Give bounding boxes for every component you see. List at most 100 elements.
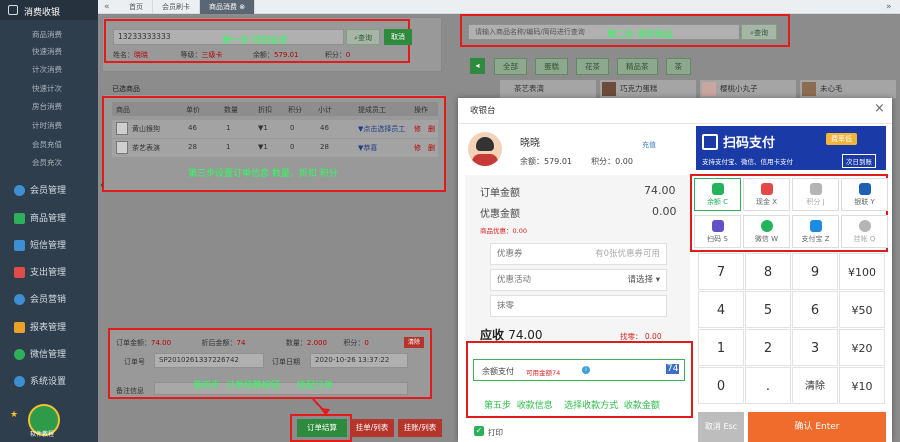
pay-method-balance[interactable]: 余额 C [694, 178, 741, 211]
key-7[interactable]: 7 [698, 253, 744, 290]
pay-method-wechat[interactable]: 微信 W [743, 215, 790, 248]
row-qty[interactable]: 1 [226, 124, 230, 132]
pay-method-cash[interactable]: 现金 X [743, 178, 790, 211]
sidebar-header[interactable]: 消费收银 [0, 0, 98, 20]
credit-order-button[interactable]: 挂账/列表 [398, 419, 442, 437]
member-level: 三级卡 [201, 51, 223, 59]
category-cake[interactable]: 蛋糕 [535, 58, 568, 75]
step4-annotation: 第四步 订单结算按钮 挂起订单 [193, 381, 333, 391]
row-staff[interactable]: ▼点击选择员工 [358, 124, 405, 134]
sidebar-item-label[interactable]: 计时消费 [32, 120, 62, 131]
key-1[interactable]: 1 [698, 329, 744, 366]
key-5[interactable]: 5 [745, 291, 791, 328]
sidebar-item-label[interactable]: 会员充值 [32, 139, 62, 150]
key-9[interactable]: 9 [792, 253, 838, 290]
product-card[interactable]: 茶艺表演 [500, 80, 596, 98]
key-20[interactable]: ¥20 [839, 329, 885, 366]
sidebar-item-report[interactable]: 报表管理 [14, 320, 66, 333]
sidebar-item-label[interactable]: 快速消费 [32, 46, 62, 57]
modal-close-button[interactable]: × [874, 101, 885, 116]
key-dot[interactable]: . [745, 367, 791, 404]
balance-pay-field[interactable]: 余额支付 可用金额74 i 74 [473, 359, 685, 381]
sidebar-item-settings[interactable]: 系统设置 [14, 374, 66, 387]
modal-cancel-button[interactable]: 取消 Esc [698, 412, 744, 442]
product-query-button[interactable]: ⌕查询 [741, 24, 777, 40]
panel-collapse-arrow[interactable]: ‹ [100, 180, 104, 191]
scan-pay-banner[interactable]: 扫码支付 费率低 支持支付宝、微信、信用卡支付 次日到账 [696, 126, 886, 170]
sidebar-item-wechat[interactable]: 微信管理 [14, 347, 66, 360]
summary-clear-button[interactable]: 清除 [404, 337, 424, 348]
key-8[interactable]: 8 [745, 253, 791, 290]
sidebar-item-label[interactable]: 房台消费 [32, 101, 62, 112]
tab-product-consume[interactable]: 商品消费 ⊗ [200, 0, 256, 14]
key-clear[interactable]: 清除 [792, 367, 838, 404]
member-cancel-button[interactable]: 取消 [384, 29, 412, 45]
sidebar-item-label[interactable]: 商品消费 [32, 29, 62, 40]
activity-select[interactable]: 优惠活动 请选择 ▾ [490, 269, 667, 291]
category-all[interactable]: 全部 [494, 58, 527, 75]
sidebar-item-goods[interactable]: 商品管理 [14, 211, 66, 224]
member-query-button[interactable]: ⌕查询 [346, 29, 380, 45]
sidebar-item-label[interactable]: 计次消费 [32, 64, 62, 75]
key-3[interactable]: 3 [792, 329, 838, 366]
pay-method-scan[interactable]: 扫码 S [694, 215, 741, 248]
key-0[interactable]: 0 [698, 367, 744, 404]
sidebar-item-member[interactable]: 会员管理 [14, 183, 66, 196]
sidebar-item-sms[interactable]: 短信管理 [14, 238, 66, 251]
order-date-field[interactable]: 2020-10-26 13:37:22 [310, 353, 408, 368]
sidebar-item-expense[interactable]: 支出管理 [14, 265, 66, 278]
receivable-value: 74.00 [508, 328, 543, 342]
member-level-label: 等级： [180, 51, 202, 59]
product-card[interactable]: 巧克力蛋糕 [600, 80, 696, 98]
row-discount[interactable]: ▼1 [258, 124, 268, 132]
category-collapse-button[interactable]: ◂ [470, 58, 485, 74]
category-fine-tea[interactable]: 精品茶 [617, 58, 658, 75]
product-card[interactable]: 未心毛 [800, 80, 896, 98]
sidebar-item-label[interactable]: 快速计次 [32, 83, 62, 94]
pay-method-alipay[interactable]: 支付宝 Z [792, 215, 839, 248]
key-50[interactable]: ¥50 [839, 291, 885, 328]
balance-pay-value[interactable]: 74 [666, 364, 680, 374]
pay-method-label: 微信 W [754, 235, 779, 243]
sidebar-group-label: 支出管理 [30, 268, 67, 278]
tab-scroll-right[interactable]: » [886, 0, 892, 14]
row-delete[interactable]: 删 [428, 143, 435, 153]
tab-scroll-left[interactable]: « [104, 0, 110, 14]
table-row[interactable]: 茶艺表演 28 1 ▼1 0 28 ▼恭喜 修 删 [112, 139, 438, 157]
pay-method-label: 支付宝 Z [801, 235, 830, 243]
row-edit[interactable]: 修 [414, 124, 421, 134]
key-100[interactable]: ¥100 [839, 253, 885, 290]
row-discount[interactable]: ▼1 [258, 143, 268, 151]
row-qty[interactable]: 1 [226, 143, 230, 151]
product-search-input[interactable]: 请输入商品名称/编码/简码进行查询 [468, 24, 740, 40]
category-flower-tea[interactable]: 花茶 [576, 58, 609, 75]
discount-amount-label: 折后金额： [201, 339, 237, 347]
sidebar-item-marketing[interactable]: 会员营销 [14, 292, 66, 305]
key-2[interactable]: 2 [745, 329, 791, 366]
recharge-link[interactable]: 充值 [642, 140, 656, 150]
key-6[interactable]: 6 [792, 291, 838, 328]
tutorial-badge[interactable]: ★ 软件教程 [10, 402, 66, 442]
print-checkbox[interactable]: ✓ [474, 426, 484, 436]
pay-method-credit[interactable]: 挂帐 Q [841, 215, 888, 248]
table-row[interactable]: 黄山猴狗 46 1 ▼1 0 46 ▼点击选择员工 修 删 [112, 120, 438, 138]
round-off-field[interactable]: 抹零 [490, 295, 667, 317]
pay-method-points[interactable]: 积分 J [792, 178, 839, 211]
modal-confirm-button[interactable]: 确认 Enter [748, 412, 886, 442]
row-staff[interactable]: ▼恭喜 [358, 143, 377, 153]
hang-order-button[interactable]: 挂单/列表 [350, 419, 394, 437]
key-4[interactable]: 4 [698, 291, 744, 328]
row-delete[interactable]: 删 [428, 124, 435, 134]
product-card[interactable]: 樱桃小丸子 [700, 80, 796, 98]
order-checkout-button[interactable]: 订单结算 [297, 419, 347, 437]
product-card-name: 未心毛 [820, 84, 843, 93]
category-tea[interactable]: 茶 [665, 58, 691, 75]
tab-home[interactable]: 首页 [120, 0, 153, 14]
tab-member-card[interactable]: 会员刷卡 [153, 0, 200, 14]
sidebar-item-label[interactable]: 会员充次 [32, 157, 62, 168]
key-10[interactable]: ¥10 [839, 367, 885, 404]
close-icon[interactable]: ⊗ [239, 3, 245, 11]
coupon-field[interactable]: 优惠券 有0张优惠券可用 [490, 243, 667, 265]
pay-method-unionpay[interactable]: 银联 Y [841, 178, 888, 211]
row-edit[interactable]: 修 [414, 143, 421, 153]
